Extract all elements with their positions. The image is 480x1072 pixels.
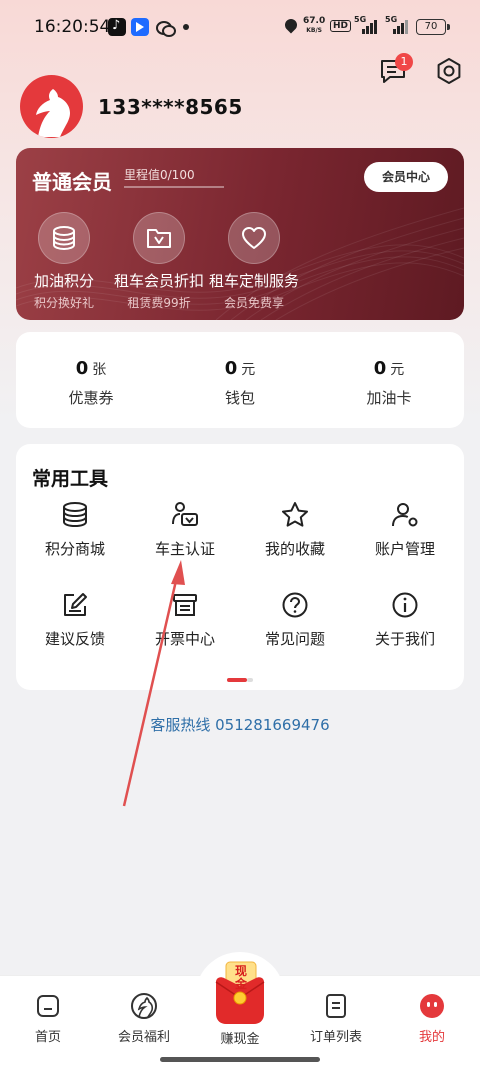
tools-card: 常用工具 积分商城 车主认证 我的收藏 账户管理 建议反馈 开票中心 常见问题 … <box>16 444 464 690</box>
fuel-card-balance: 0 <box>373 358 387 379</box>
hd-icon: HD <box>330 20 352 32</box>
heart-icon <box>228 212 280 264</box>
tool-faq[interactable]: 常见问题 <box>240 590 350 649</box>
nav-label: 我的 <box>418 1030 445 1045</box>
coupons-item[interactable]: 0张 优惠券 <box>31 358 151 408</box>
benefit-title: 租车定制服务 <box>208 272 299 290</box>
network-speed: 67.0 KB/S <box>303 17 325 35</box>
tools-page-indicator <box>227 678 253 682</box>
settings-icon[interactable] <box>434 56 464 86</box>
page-dot-active <box>227 678 247 682</box>
nav-label: 会员福利 <box>117 1030 170 1045</box>
coins-stack-icon <box>60 500 90 530</box>
wallet-label: 钱包 <box>224 389 255 407</box>
wallet-card: 0张 优惠券 0元 钱包 0元 加油卡 <box>16 332 464 428</box>
tool-my-favorites[interactable]: 我的收藏 <box>240 500 350 559</box>
more-notifications-dot <box>183 24 189 30</box>
customer-service-hotline[interactable]: 客服热线 051281669476 <box>0 714 480 735</box>
signal-icon <box>354 18 377 34</box>
coins-icon <box>38 212 90 264</box>
star-icon <box>280 500 310 530</box>
wallet-unit: 元 <box>241 362 256 378</box>
mine-face-icon <box>418 992 446 1020</box>
avatar[interactable] <box>20 75 83 138</box>
coupons-count: 0 <box>75 358 89 379</box>
wechat-notification-icon <box>155 18 176 37</box>
tool-label: 关于我们 <box>374 630 435 648</box>
user-phone[interactable]: 133****8565 <box>98 95 243 119</box>
nav-label: 赚现金 <box>220 1032 260 1047</box>
cash-badge-text: 现金 <box>234 964 247 991</box>
status-bar: 16:20:54 67.0 KB/S HD 5G 5G 70 <box>0 0 480 56</box>
discount-folder-icon <box>133 212 185 264</box>
signal-icon-2 <box>385 18 408 34</box>
benefit-subtitle: 会员免费享 <box>223 296 284 310</box>
nav-mine[interactable]: 我的 <box>392 992 472 1045</box>
wallet-item[interactable]: 0元 钱包 <box>180 358 300 408</box>
member-benefit-icon <box>130 992 158 1020</box>
user-settings-icon <box>390 500 420 530</box>
fuel-card-unit: 元 <box>390 362 405 378</box>
network-speed-unit: KB/S <box>306 27 322 34</box>
coupons-label: 优惠券 <box>68 389 114 407</box>
app-notification-icon <box>131 18 149 36</box>
nav-label: 首页 <box>34 1030 61 1045</box>
cash-redpacket-icon: 现金 <box>210 960 270 1026</box>
wallet-balance: 0 <box>224 358 238 379</box>
nav-order-list[interactable]: 订单列表 <box>296 992 376 1045</box>
tiktok-notification-icon <box>108 18 126 36</box>
question-icon <box>280 590 310 620</box>
tool-feedback[interactable]: 建议反馈 <box>20 590 130 649</box>
tool-label: 开票中心 <box>154 630 215 648</box>
member-center-button[interactable]: 会员中心 <box>364 162 448 192</box>
tool-account-management[interactable]: 账户管理 <box>350 500 460 559</box>
nav-label: 订单列表 <box>309 1030 362 1045</box>
page-dot <box>247 678 253 682</box>
member-level: 普通会员 <box>32 170 112 194</box>
tool-label: 账户管理 <box>374 540 435 558</box>
fuel-card-item[interactable]: 0元 加油卡 <box>329 358 449 408</box>
tool-about-us[interactable]: 关于我们 <box>350 590 460 649</box>
message-badge: 1 <box>395 53 413 71</box>
tool-owner-verification[interactable]: 车主认证 <box>130 500 240 559</box>
tool-label: 常见问题 <box>264 630 325 648</box>
nav-home[interactable]: 首页 <box>8 992 88 1045</box>
tool-label: 建议反馈 <box>44 630 105 648</box>
tool-label: 积分商城 <box>44 540 105 558</box>
invoice-icon <box>170 590 200 620</box>
tool-points-mall[interactable]: 积分商城 <box>20 500 130 559</box>
battery-icon: 70 <box>416 19 450 35</box>
home-icon <box>34 992 62 1020</box>
nav-member-benefits[interactable]: 会员福利 <box>104 992 184 1045</box>
status-time: 16:20:54 <box>34 17 111 37</box>
coupons-unit: 张 <box>92 362 107 378</box>
info-icon <box>390 590 420 620</box>
nav-earn-cash[interactable]: 现金 赚现金 <box>200 960 280 1047</box>
mileage-progress-bar <box>124 186 224 188</box>
tool-invoice-center[interactable]: 开票中心 <box>130 590 240 649</box>
fuel-card-label: 加油卡 <box>366 389 412 407</box>
owner-verify-icon <box>170 500 200 530</box>
tool-label: 车主认证 <box>154 540 215 558</box>
tools-title: 常用工具 <box>32 468 109 490</box>
order-list-icon <box>322 992 350 1020</box>
network-speed-value: 67.0 <box>303 16 326 26</box>
edit-feedback-icon <box>60 590 90 620</box>
location-icon <box>282 16 300 34</box>
member-card[interactable]: 普通会员 里程值0/100 会员中心 加油积分 积分换好礼 租车会员折扣 租赁费… <box>16 148 464 320</box>
home-indicator[interactable] <box>160 1057 320 1062</box>
tool-label: 我的收藏 <box>264 540 325 558</box>
benefit-custom-service[interactable]: 租车定制服务 会员免费享 <box>194 212 314 311</box>
mileage-label: 里程值0/100 <box>124 168 195 182</box>
